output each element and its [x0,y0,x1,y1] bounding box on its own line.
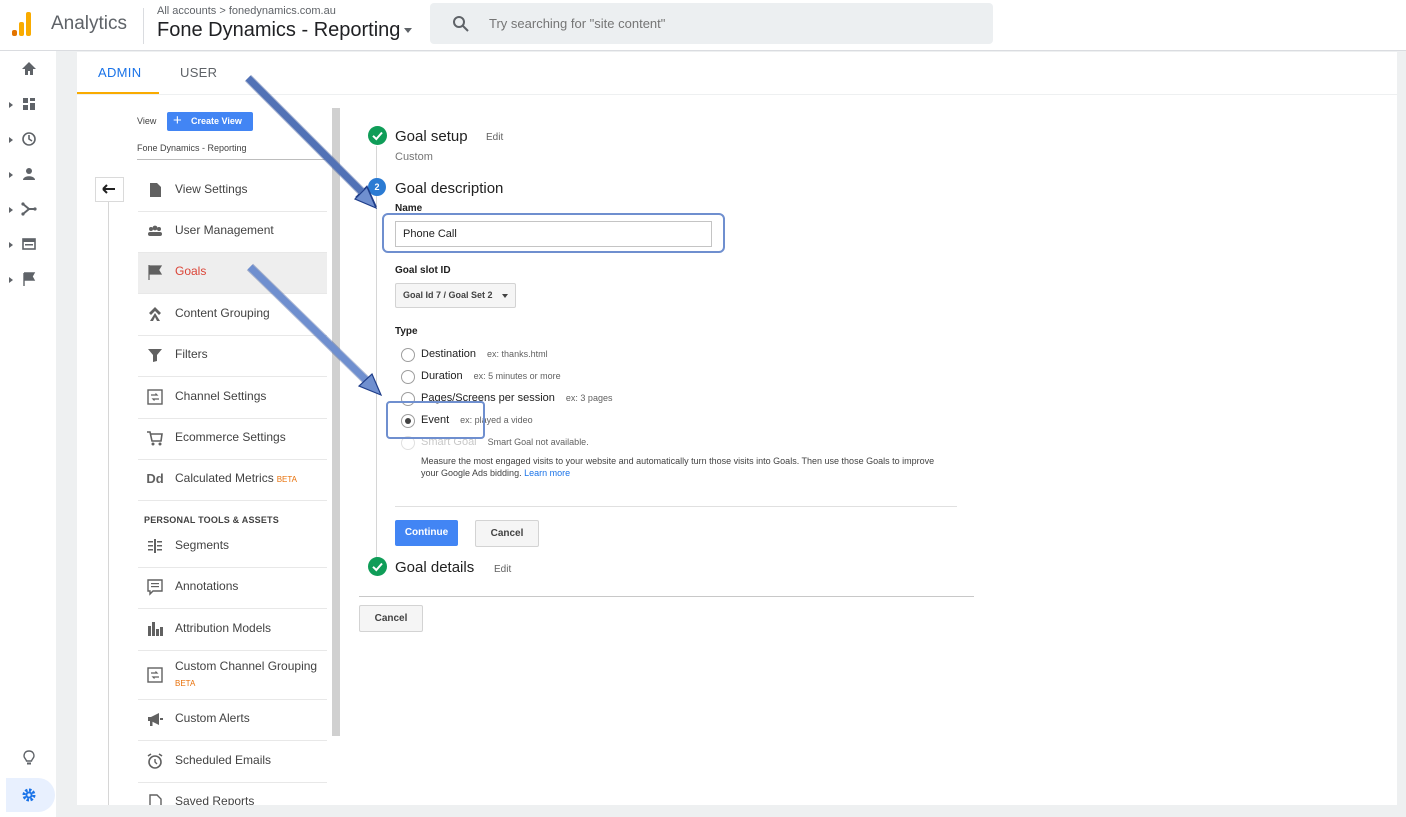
arrow-to-event-icon [246,263,383,397]
annotation-arrows [244,74,383,397]
arrow-to-name-icon [244,74,378,210]
